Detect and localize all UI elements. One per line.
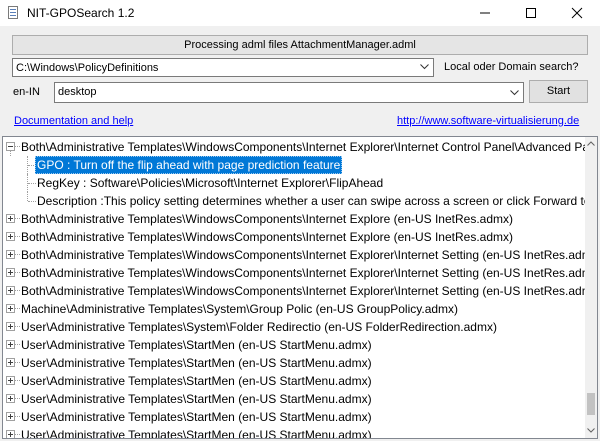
close-button[interactable] bbox=[554, 0, 600, 26]
scroll-up-button[interactable] bbox=[585, 137, 597, 151]
scroll-down-button[interactable] bbox=[585, 424, 597, 438]
tree-node[interactable]: User\Administrative Templates\StartMen (… bbox=[3, 354, 585, 372]
title-bar[interactable]: NIT-GPOSearch 1.2 bbox=[0, 0, 600, 26]
tree-child-label: Description :This policy setting determi… bbox=[37, 194, 585, 208]
tree-node[interactable]: User\Administrative Templates\System\Fol… bbox=[3, 318, 585, 336]
expand-icon[interactable] bbox=[6, 268, 15, 277]
tree-node-label: User\Administrative Templates\System\Fol… bbox=[21, 320, 497, 334]
chevron-down-icon bbox=[510, 90, 519, 96]
expand-icon[interactable] bbox=[6, 286, 15, 295]
policy-path-dropdown[interactable]: C:\Windows\PolicyDefinitions bbox=[12, 58, 434, 77]
tree-node-label: Machine\Administrative Templates\System\… bbox=[21, 302, 459, 316]
tree-child-regkey[interactable]: RegKey : Software\Policies\Microsoft\Int… bbox=[3, 174, 585, 192]
tree-node[interactable]: User\Administrative Templates\StartMen (… bbox=[3, 426, 585, 438]
tree-node-label: Both\Administrative Templates\WindowsCom… bbox=[21, 248, 585, 262]
tree-node-label: Both\Administrative Templates\WindowsCom… bbox=[21, 212, 513, 226]
expand-icon[interactable] bbox=[6, 250, 15, 259]
tree-node-label: Both\Administrative Templates\WindowsCom… bbox=[21, 284, 585, 298]
close-icon bbox=[571, 7, 583, 19]
tree-node-label: User\Administrative Templates\StartMen (… bbox=[21, 428, 372, 438]
tree-rows: Both\Administrative Templates\WindowsCom… bbox=[3, 137, 585, 438]
tree-child-label: RegKey : Software\Policies\Microsoft\Int… bbox=[37, 176, 384, 190]
chevron-down-icon bbox=[587, 428, 595, 433]
tree-node-label: User\Administrative Templates\StartMen (… bbox=[21, 356, 372, 370]
tree-child-gpo[interactable]: GPO : Turn off the flip ahead with page … bbox=[3, 156, 585, 174]
minimize-button[interactable] bbox=[462, 0, 508, 26]
tree-node[interactable]: User\Administrative Templates\StartMen (… bbox=[3, 372, 585, 390]
vertical-scrollbar[interactable] bbox=[585, 137, 597, 438]
policy-path-value: C:\Windows\PolicyDefinitions bbox=[16, 62, 159, 74]
tree-node[interactable]: User\Administrative Templates\StartMen (… bbox=[3, 390, 585, 408]
tree-node-label: User\Administrative Templates\StartMen (… bbox=[21, 410, 372, 424]
tree-node-label: User\Administrative Templates\StartMen (… bbox=[21, 392, 372, 406]
expand-icon[interactable] bbox=[6, 214, 15, 223]
tree-node[interactable]: Both\Administrative Templates\WindowsCom… bbox=[3, 228, 585, 246]
expand-icon[interactable] bbox=[6, 322, 15, 331]
search-value: desktop bbox=[58, 86, 97, 98]
maximize-button[interactable] bbox=[508, 0, 554, 26]
document-icon bbox=[7, 6, 21, 20]
expand-icon[interactable] bbox=[6, 430, 15, 438]
tree-node[interactable]: Both\Administrative Templates\WindowsCom… bbox=[3, 246, 585, 264]
search-scope-label: Local oder Domain search? bbox=[444, 61, 579, 73]
documentation-link[interactable]: Documentation and help bbox=[14, 114, 133, 128]
tree-node[interactable]: Both\Administrative Templates\WindowsCom… bbox=[3, 282, 585, 300]
tree-node-label: User\Administrative Templates\StartMen (… bbox=[21, 374, 372, 388]
tree-node[interactable]: Both\Administrative Templates\WindowsCom… bbox=[3, 264, 585, 282]
start-button[interactable]: Start bbox=[529, 80, 588, 103]
scrollbar-thumb[interactable] bbox=[587, 393, 595, 415]
tree-node-label: Both\Administrative Templates\WindowsCom… bbox=[21, 266, 585, 280]
tree-node-label: User\Administrative Templates\StartMen (… bbox=[21, 338, 372, 352]
collapse-icon[interactable] bbox=[6, 142, 15, 151]
tree-node-expanded[interactable]: Both\Administrative Templates\WindowsCom… bbox=[3, 138, 585, 156]
expand-icon[interactable] bbox=[6, 358, 15, 367]
tree-node-label: Both\Administrative Templates\WindowsCom… bbox=[21, 230, 513, 244]
tree-child-label: GPO : Turn off the flip ahead with page … bbox=[35, 156, 343, 174]
tree-node[interactable]: Machine\Administrative Templates\System\… bbox=[3, 300, 585, 318]
language-label: en-IN bbox=[13, 86, 40, 98]
expand-icon[interactable] bbox=[6, 394, 15, 403]
status-bar: Processing adml files AttachmentManager.… bbox=[12, 35, 588, 55]
chevron-up-icon bbox=[587, 141, 595, 146]
tree-node[interactable]: User\Administrative Templates\StartMen (… bbox=[3, 336, 585, 354]
expand-icon[interactable] bbox=[6, 304, 15, 313]
expand-icon[interactable] bbox=[6, 340, 15, 349]
results-tree[interactable]: Both\Administrative Templates\WindowsCom… bbox=[2, 136, 598, 439]
tree-node-label: Both\Administrative Templates\WindowsCom… bbox=[21, 140, 585, 154]
tree-node[interactable]: Both\Administrative Templates\WindowsCom… bbox=[3, 210, 585, 228]
search-input[interactable]: desktop bbox=[54, 82, 524, 103]
minimize-icon bbox=[480, 12, 490, 14]
chevron-down-icon bbox=[420, 64, 429, 70]
maximize-icon bbox=[526, 8, 536, 18]
expand-icon[interactable] bbox=[6, 232, 15, 241]
expand-icon[interactable] bbox=[6, 412, 15, 421]
expand-icon[interactable] bbox=[6, 376, 15, 385]
app-window: NIT-GPOSearch 1.2 Processing adml files … bbox=[0, 0, 600, 441]
tree-node[interactable]: User\Administrative Templates\StartMen (… bbox=[3, 408, 585, 426]
website-link[interactable]: http://www.software-virtualisierung.de bbox=[397, 114, 579, 128]
window-title: NIT-GPOSearch 1.2 bbox=[27, 6, 135, 20]
tree-child-description[interactable]: Description :This policy setting determi… bbox=[3, 192, 585, 210]
